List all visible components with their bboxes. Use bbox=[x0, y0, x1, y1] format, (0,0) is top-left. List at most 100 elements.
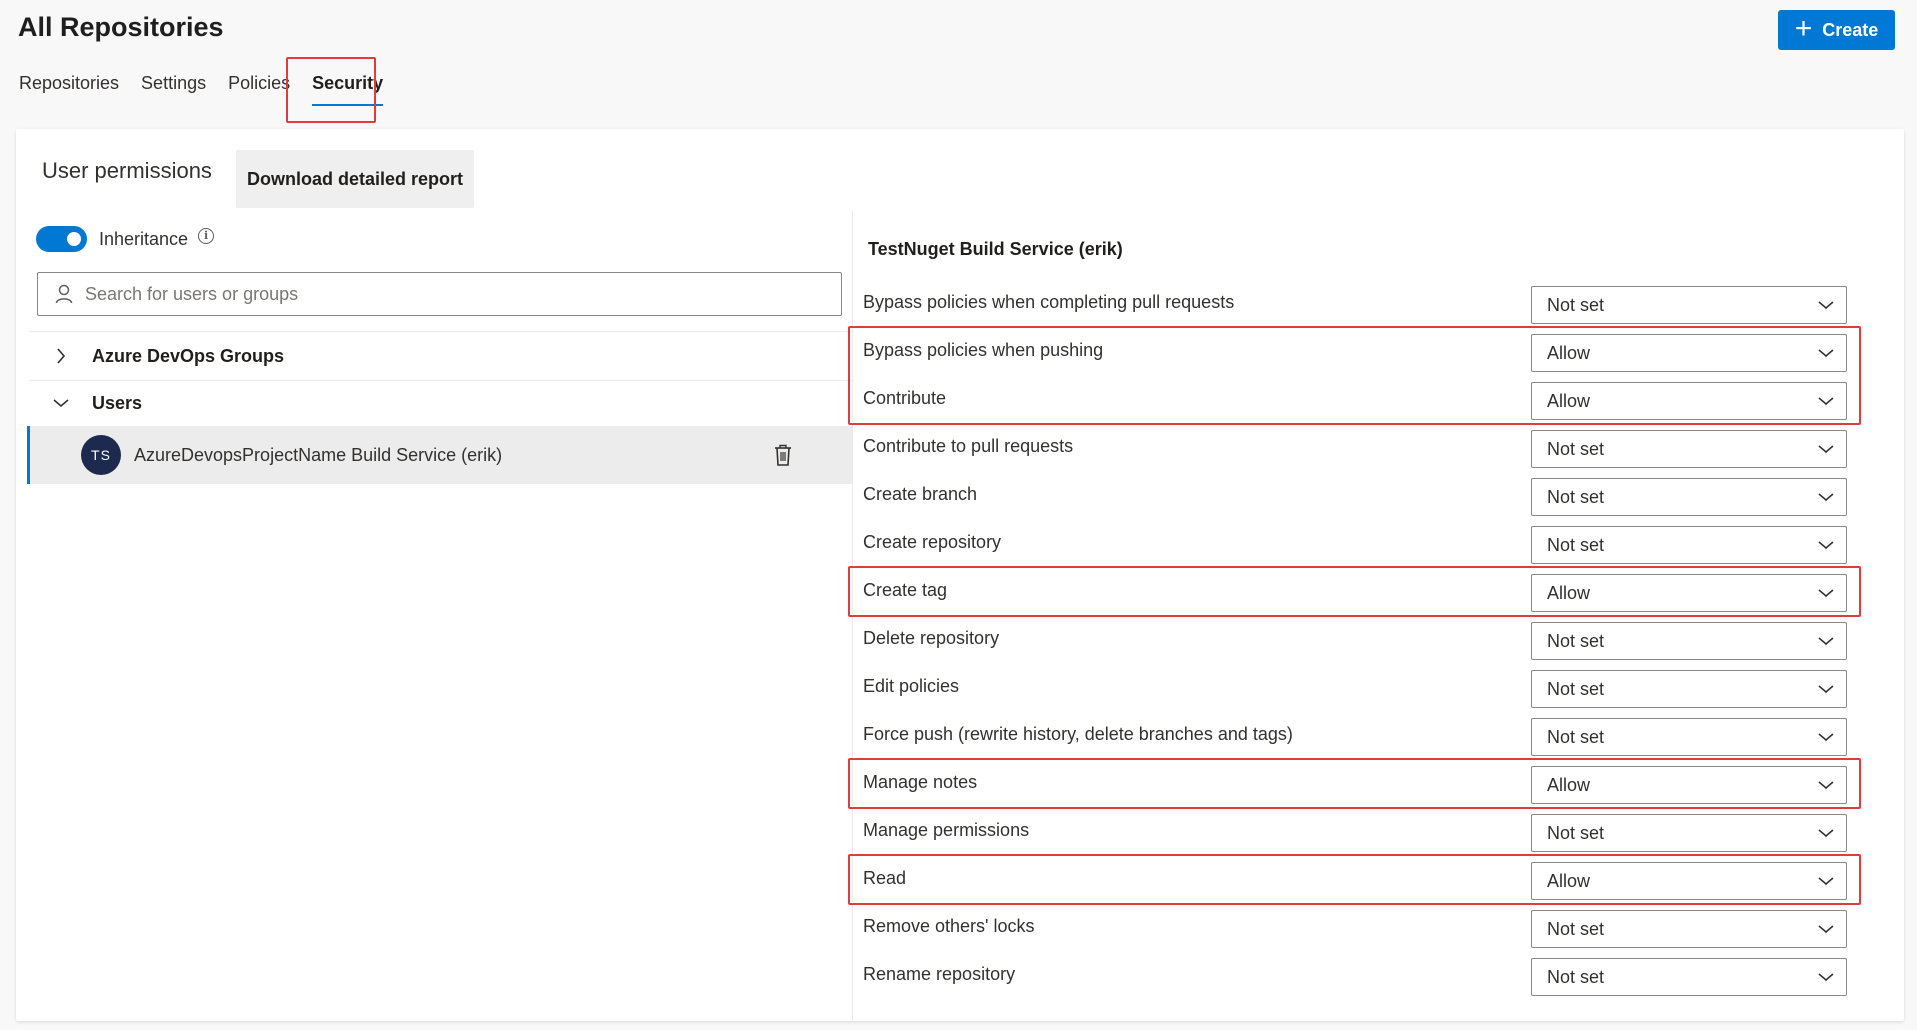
permission-dropdown[interactable]: Not set bbox=[1531, 718, 1847, 756]
page-title: All Repositories bbox=[18, 12, 224, 42]
permission-value: Not set bbox=[1547, 726, 1605, 747]
permission-dropdown[interactable]: Allow bbox=[1531, 334, 1847, 372]
permission-dropdown[interactable]: Allow bbox=[1531, 382, 1847, 420]
permission-row: Create repository Not set bbox=[863, 526, 1847, 574]
permission-row: Remove others' locks Not set bbox=[863, 910, 1847, 958]
identity-title: TestNuget Build Service (erik) bbox=[868, 239, 1123, 259]
permission-dropdown[interactable]: Not set bbox=[1531, 622, 1847, 660]
permission-value: Allow bbox=[1547, 582, 1591, 603]
permission-dropdown[interactable]: Not set bbox=[1531, 670, 1847, 708]
chevron-down-icon bbox=[1818, 589, 1834, 598]
chevron-down-icon bbox=[1818, 829, 1834, 838]
permission-row: Create tag Allow bbox=[863, 574, 1847, 622]
chevron-right-icon bbox=[51, 348, 71, 364]
permission-value: Not set bbox=[1547, 822, 1605, 843]
permission-row: Rename repository Not set bbox=[863, 958, 1847, 1006]
create-button[interactable]: + Create bbox=[1778, 10, 1895, 50]
permission-dropdown[interactable]: Not set bbox=[1531, 958, 1847, 996]
trash-icon[interactable] bbox=[774, 444, 792, 471]
person-icon bbox=[55, 284, 73, 304]
permission-row: Contribute Allow bbox=[863, 382, 1847, 430]
plus-icon: + bbox=[1794, 11, 1813, 45]
inheritance-label: Inheritance bbox=[99, 228, 189, 249]
permission-value: Allow bbox=[1547, 342, 1591, 363]
selected-user-row[interactable]: TS AzureDevopsProjectName Build Service … bbox=[27, 426, 852, 484]
permission-row: Delete repository Not set bbox=[863, 622, 1847, 670]
permission-value: Not set bbox=[1547, 534, 1605, 555]
permission-dropdown[interactable]: Not set bbox=[1531, 526, 1847, 564]
permission-value: Not set bbox=[1547, 630, 1605, 651]
permission-label: Manage permissions bbox=[863, 820, 1030, 840]
chevron-down-icon bbox=[1818, 685, 1834, 694]
chevron-down-icon bbox=[1818, 397, 1834, 406]
permission-label: Bypass policies when pushing bbox=[863, 340, 1104, 360]
tree-item-users[interactable]: Users bbox=[29, 379, 852, 427]
permission-row: Manage permissions Not set bbox=[863, 814, 1847, 862]
tab-settings[interactable]: Settings bbox=[141, 58, 206, 108]
permission-dropdown[interactable]: Not set bbox=[1531, 286, 1847, 324]
permission-dropdown[interactable]: Allow bbox=[1531, 766, 1847, 804]
chevron-down-icon bbox=[1818, 733, 1834, 742]
search-box bbox=[37, 272, 842, 316]
inheritance-toggle-row: Inheritance i bbox=[36, 226, 215, 252]
permission-value: Not set bbox=[1547, 438, 1605, 459]
panel-divider bbox=[852, 210, 853, 1021]
avatar: TS bbox=[81, 435, 121, 475]
permission-dropdown[interactable]: Not set bbox=[1531, 910, 1847, 948]
permission-label: Read bbox=[863, 868, 907, 888]
permission-row: Bypass policies when pushing Allow bbox=[863, 334, 1847, 382]
permission-row: Read Allow bbox=[863, 862, 1847, 910]
permission-label: Remove others' locks bbox=[863, 916, 1035, 936]
permission-dropdown[interactable]: Not set bbox=[1531, 478, 1847, 516]
permission-row: Force push (rewrite history, delete bran… bbox=[863, 718, 1847, 766]
chevron-down-icon bbox=[1818, 637, 1834, 646]
chevron-down-icon bbox=[51, 398, 71, 408]
tab-security[interactable]: Security bbox=[312, 58, 384, 108]
permission-dropdown[interactable]: Not set bbox=[1531, 814, 1847, 852]
permission-value: Allow bbox=[1547, 774, 1591, 795]
permission-label: Create repository bbox=[863, 532, 1002, 552]
tab-policies[interactable]: Policies bbox=[228, 58, 290, 108]
user-permissions-heading: User permissions bbox=[42, 158, 212, 183]
permission-dropdown[interactable]: Allow bbox=[1531, 862, 1847, 900]
chevron-down-icon bbox=[1818, 781, 1834, 790]
chevron-down-icon bbox=[1818, 541, 1834, 550]
info-icon[interactable]: i bbox=[198, 228, 215, 244]
tab-bar: Repositories Settings Policies Security bbox=[19, 58, 405, 118]
permission-label: Edit policies bbox=[863, 676, 960, 696]
chevron-down-icon bbox=[1818, 493, 1834, 502]
permission-value: Not set bbox=[1547, 918, 1605, 939]
inheritance-toggle[interactable] bbox=[36, 226, 87, 252]
permission-value: Not set bbox=[1547, 966, 1605, 987]
permission-row: Contribute to pull requests Not set bbox=[863, 430, 1847, 478]
download-report-button[interactable]: Download detailed report bbox=[236, 150, 474, 208]
create-button-label: Create bbox=[1822, 19, 1879, 40]
permission-row: Manage notes Allow bbox=[863, 766, 1847, 814]
chevron-down-icon bbox=[1818, 973, 1834, 982]
user-name: AzureDevopsProjectName Build Service (er… bbox=[134, 444, 503, 465]
permission-label: Contribute to pull requests bbox=[863, 436, 1074, 456]
permission-row: Edit policies Not set bbox=[863, 670, 1847, 718]
permission-value: Allow bbox=[1547, 870, 1591, 891]
permission-value: Not set bbox=[1547, 486, 1605, 507]
permission-label: Create tag bbox=[863, 580, 948, 600]
permission-dropdown[interactable]: Allow bbox=[1531, 574, 1847, 612]
tab-repositories[interactable]: Repositories bbox=[19, 58, 119, 108]
chevron-down-icon bbox=[1818, 877, 1834, 886]
permission-label: Manage notes bbox=[863, 772, 978, 792]
permission-label: Force push (rewrite history, delete bran… bbox=[863, 724, 1293, 744]
permission-label: Contribute bbox=[863, 388, 947, 408]
permission-label: Rename repository bbox=[863, 964, 1016, 984]
chevron-down-icon bbox=[1818, 445, 1834, 454]
permission-row: Bypass policies when completing pull req… bbox=[863, 286, 1847, 334]
permission-label: Delete repository bbox=[863, 628, 1000, 648]
chevron-down-icon bbox=[1818, 925, 1834, 934]
permission-label: Create branch bbox=[863, 484, 978, 504]
permission-label: Bypass policies when completing pull req… bbox=[863, 292, 1235, 312]
permission-dropdown[interactable]: Not set bbox=[1531, 430, 1847, 468]
search-input[interactable] bbox=[85, 283, 805, 305]
tree-item-label: Users bbox=[92, 392, 143, 413]
tree-item-azure-devops-groups[interactable]: Azure DevOps Groups bbox=[29, 332, 852, 380]
chevron-down-icon bbox=[1818, 301, 1834, 310]
permission-value: Allow bbox=[1547, 390, 1591, 411]
